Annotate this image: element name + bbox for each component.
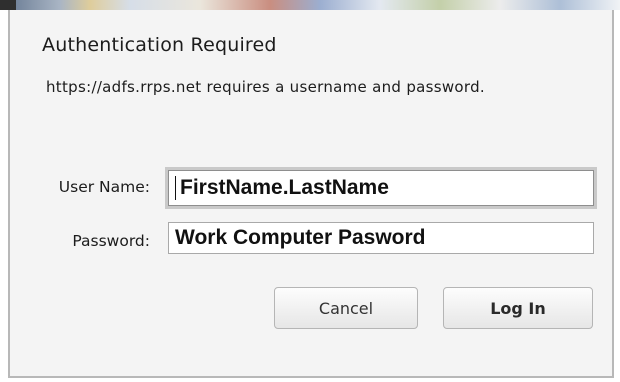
cancel-button[interactable]: Cancel: [274, 287, 418, 329]
password-label: Password:: [72, 232, 150, 250]
authentication-dialog: Authentication Required https://adfs.rrp…: [8, 10, 614, 378]
username-field[interactable]: FirstName.LastName: [168, 170, 594, 206]
text-caret: [175, 176, 176, 200]
login-button[interactable]: Log In: [443, 287, 593, 329]
username-label: User Name:: [58, 178, 150, 196]
password-value: Work Computer Pasword: [175, 226, 426, 249]
password-field[interactable]: Work Computer Pasword: [168, 222, 594, 254]
dialog-title: Authentication Required: [42, 34, 277, 56]
username-value: FirstName.LastName: [180, 176, 389, 199]
screen: Authentication Required https://adfs.rrp…: [0, 0, 620, 382]
background-window-strip: [0, 0, 620, 10]
dialog-message: https://adfs.rrps.net requires a usernam…: [46, 78, 486, 96]
